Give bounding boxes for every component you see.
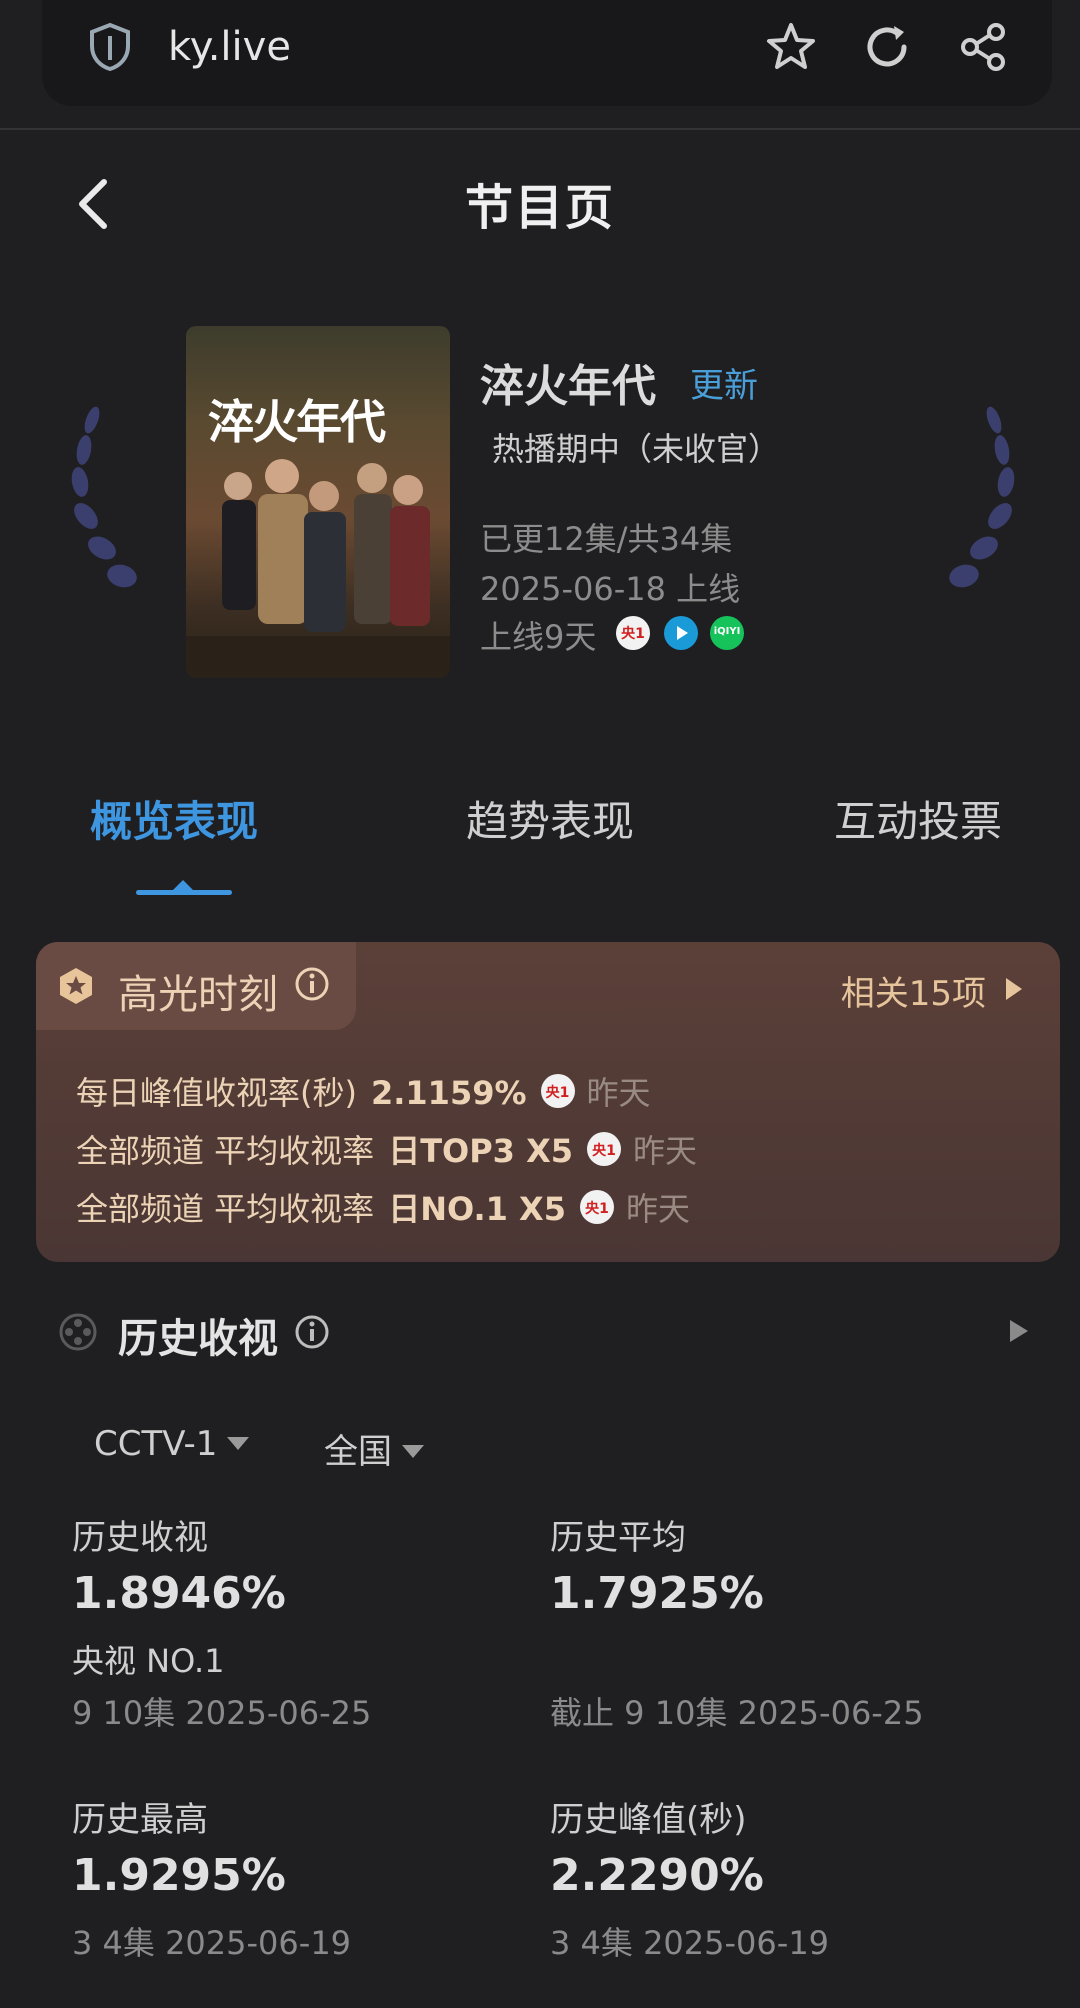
highlight-date: 昨天 bbox=[625, 1190, 690, 1228]
stat-label: 历史峰值(秒) bbox=[550, 1800, 747, 1840]
highlight-label: 每日峰值收视率(秒) bbox=[76, 1074, 357, 1112]
active-tab-indicator bbox=[136, 890, 232, 895]
play-icon bbox=[677, 626, 688, 640]
tab-trend[interactable]: 趋势表现 bbox=[466, 788, 634, 849]
poster-title: 淬火年代 bbox=[208, 395, 386, 449]
channel-dropdown-value: CCTV-1 bbox=[94, 1424, 218, 1464]
stat-value: 1.9295% bbox=[72, 1850, 286, 1901]
shield-icon[interactable] bbox=[88, 22, 132, 72]
play-arrow-icon[interactable] bbox=[1010, 1320, 1028, 1342]
related-items-link[interactable]: 相关15项 bbox=[841, 966, 986, 1015]
stat-date: 9 10集 2025-06-25 bbox=[72, 1694, 372, 1732]
caret-down-icon bbox=[227, 1437, 250, 1450]
days-online: 上线9天 bbox=[480, 618, 597, 656]
info-icon[interactable] bbox=[294, 1314, 330, 1350]
play-arrow-icon[interactable] bbox=[1006, 978, 1022, 1000]
laurel-left-icon bbox=[71, 406, 137, 588]
highlight-item: 全部频道 平均收视率 日TOP3 X5 央1 昨天 bbox=[76, 1126, 697, 1172]
cctv1-platform-icon[interactable]: 央1 bbox=[616, 616, 650, 650]
iqiyi-platform-icon[interactable]: iQIYI bbox=[710, 616, 744, 650]
highlight-label: 全部频道 平均收视率 bbox=[76, 1132, 375, 1170]
cctv1-badge-label: 央1 bbox=[545, 1085, 570, 1101]
region-dropdown-value: 全国 bbox=[324, 1432, 392, 1472]
caret-down-icon bbox=[402, 1445, 424, 1458]
cctv1-platform-label: 央1 bbox=[621, 626, 645, 642]
reload-icon[interactable] bbox=[860, 20, 914, 74]
page-title: 节目页 bbox=[464, 180, 615, 236]
history-title: 历史收视 bbox=[118, 1316, 278, 1362]
tab-vote[interactable]: 互动投票 bbox=[834, 788, 1002, 849]
iqiyi-platform-label: iQIYI bbox=[713, 626, 741, 637]
stat-label: 历史收视 bbox=[72, 1518, 208, 1558]
show-poster[interactable]: 淬火年代 bbox=[186, 326, 450, 678]
highlight-header-tab: 高光时刻 bbox=[36, 942, 356, 1030]
page: ky.live 节目页 淬火年代 淬火年代 更新 热播期中（未收官） 已更12集… bbox=[0, 0, 1080, 2008]
highlight-item: 全部频道 平均收视率 日NO.1 X5 央1 昨天 bbox=[76, 1184, 690, 1230]
tencent-video-platform-icon[interactable] bbox=[664, 616, 698, 650]
stat-label: 历史平均 bbox=[550, 1518, 686, 1558]
highlight-label: 全部频道 平均收视率 bbox=[76, 1190, 375, 1228]
star-badge-icon bbox=[60, 968, 92, 1004]
stat-date: 3 4集 2025-06-19 bbox=[550, 1924, 830, 1962]
highlight-value: 日NO.1 X5 bbox=[388, 1190, 566, 1228]
info-icon[interactable] bbox=[294, 966, 330, 1002]
cctv1-badge-icon: 央1 bbox=[579, 1190, 614, 1224]
region-dropdown[interactable]: 全国 bbox=[324, 1424, 424, 1473]
highlight-value: 日TOP3 X5 bbox=[388, 1132, 574, 1170]
premiere-date: 2025-06-18 上线 bbox=[480, 570, 741, 608]
cctv1-badge-icon: 央1 bbox=[587, 1132, 622, 1166]
active-tab-caret bbox=[173, 880, 193, 890]
highlight-date: 昨天 bbox=[633, 1132, 698, 1170]
channel-dropdown[interactable]: CCTV-1 bbox=[94, 1424, 250, 1464]
highlight-card[interactable]: 高光时刻 相关15项 每日峰值收视率(秒) 2.1159% 央1 昨天 全部频道 平均… bbox=[36, 942, 1060, 1262]
stat-date: 截止 9 10集 2025-06-25 bbox=[550, 1694, 924, 1732]
film-reel-icon bbox=[59, 1313, 97, 1351]
star-icon[interactable] bbox=[764, 20, 818, 74]
stat-value: 1.7925% bbox=[550, 1568, 764, 1619]
stat-value: 2.2290% bbox=[550, 1850, 764, 1901]
cctv1-badge-label: 央1 bbox=[585, 1201, 609, 1217]
highlight-title: 高光时刻 bbox=[118, 972, 278, 1018]
stat-value: 1.8946% bbox=[72, 1568, 286, 1619]
share-icon[interactable] bbox=[956, 20, 1010, 74]
highlight-value: 2.1159% bbox=[370, 1074, 527, 1112]
episode-count: 已更12集/共34集 bbox=[480, 520, 733, 558]
poster-cast-figures bbox=[186, 459, 450, 678]
cctv1-badge-label: 央1 bbox=[592, 1143, 616, 1159]
tab-overview[interactable]: 概览表现 bbox=[90, 788, 258, 849]
show-title: 淬火年代 bbox=[480, 361, 656, 412]
stat-date: 3 4集 2025-06-19 bbox=[72, 1924, 352, 1962]
cctv1-badge-icon: 央1 bbox=[540, 1074, 575, 1108]
airing-status: 热播期中（未收官） bbox=[492, 430, 781, 468]
update-link[interactable]: 更新 bbox=[690, 358, 758, 407]
laurel-right-icon bbox=[949, 406, 1015, 588]
stat-rank: 央视 NO.1 bbox=[72, 1642, 225, 1680]
divider bbox=[0, 128, 1080, 130]
highlight-date: 昨天 bbox=[586, 1074, 651, 1112]
url-text[interactable]: ky.live bbox=[168, 24, 291, 70]
stat-label: 历史最高 bbox=[72, 1800, 208, 1840]
highlight-item: 每日峰值收视率(秒) 2.1159% 央1 昨天 bbox=[76, 1068, 651, 1114]
